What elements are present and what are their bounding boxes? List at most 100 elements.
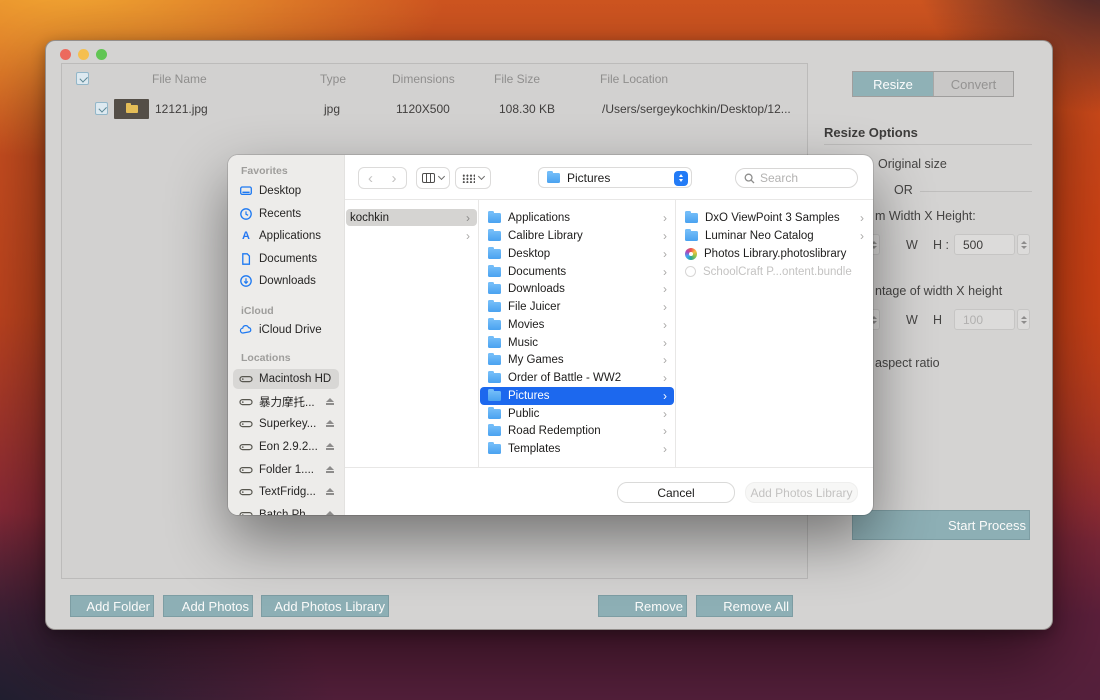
column2-row-order-of-battle[interactable]: Order of Battle - WW2› [480, 369, 674, 387]
column2-row-pictures-selected[interactable]: Pictures› [480, 387, 674, 405]
eject-icon[interactable] [324, 487, 335, 498]
start-process-button[interactable]: Start Process [852, 510, 1030, 540]
height-stepper[interactable] [1017, 234, 1030, 255]
eject-icon[interactable] [324, 442, 335, 453]
column1-row-user-folder[interactable]: kochkin › [346, 209, 477, 226]
sidebar-item-volume-2[interactable]: Superkey... [233, 414, 339, 434]
eject-icon[interactable] [324, 419, 335, 430]
column1-row-2[interactable]: › [346, 227, 477, 244]
cloud-icon [239, 323, 253, 337]
remove-all-button[interactable]: Remove All [696, 595, 793, 617]
eject-icon[interactable] [324, 397, 335, 408]
mode-segmented-control: Resize Convert [852, 71, 1014, 97]
column-header-file-size[interactable]: File Size [494, 72, 540, 86]
sidebar-item-volume-3[interactable]: Eon 2.9.2... [233, 437, 339, 457]
drive-icon [239, 463, 253, 477]
zoom-window-button[interactable] [96, 49, 107, 60]
h-percent-label: H [933, 313, 942, 327]
h-label: H : [933, 238, 949, 252]
percent-height-stepper[interactable] [1017, 309, 1030, 330]
sidebar-item-applications[interactable]: A Applications [233, 226, 339, 246]
dropdown-stepper-icon [674, 171, 688, 186]
sidebar-item-recents[interactable]: Recents [233, 204, 339, 224]
folder-icon [488, 231, 501, 241]
eject-icon[interactable] [324, 465, 335, 476]
document-icon [239, 252, 253, 266]
clock-icon [239, 207, 253, 221]
tab-resize[interactable]: Resize [853, 72, 933, 96]
cell-file-size: 108.30 KB [499, 102, 555, 116]
sidebar-item-macintosh-hd[interactable]: Macintosh HD [233, 369, 339, 389]
column2-row-movies[interactable]: Movies› [480, 316, 674, 334]
icloud-section-label: iCloud [241, 305, 274, 317]
row-checkbox[interactable] [95, 102, 108, 115]
chevron-down-icon [478, 173, 485, 180]
sidebar-item-desktop[interactable]: Desktop [233, 181, 339, 201]
percent-height-input[interactable]: 100 [954, 309, 1015, 330]
column-header-type[interactable]: Type [320, 72, 346, 86]
w-percent-label: W [906, 313, 918, 327]
column-header-file-name[interactable]: File Name [152, 72, 207, 86]
view-mode-button[interactable] [416, 167, 450, 189]
path-dropdown[interactable]: Pictures [538, 167, 692, 188]
height-input[interactable]: 500 [954, 234, 1015, 255]
remove-button[interactable]: Remove [598, 595, 687, 617]
folder-icon [488, 213, 501, 223]
divider [345, 467, 873, 468]
column2-row-file-juicer[interactable]: File Juicer› [480, 298, 674, 316]
column-header-dimensions[interactable]: Dimensions [392, 72, 455, 86]
add-photos-library-button[interactable]: Add Photos Library [261, 595, 389, 617]
sidebar-item-icloud-drive[interactable]: iCloud Drive [233, 320, 339, 340]
close-window-button[interactable] [60, 49, 71, 60]
column2-row-my-games[interactable]: My Games› [480, 352, 674, 370]
sidebar-item-volume-4[interactable]: Folder 1.... [233, 460, 339, 480]
column2-row-downloads[interactable]: Downloads› [480, 281, 674, 299]
column3-row-luminar-catalog[interactable]: Luminar Neo Catalog› [677, 227, 871, 245]
select-all-checkbox[interactable] [76, 72, 89, 85]
folder-icon [488, 391, 501, 401]
cell-file-location: /Users/sergeykochkin/Desktop/12... [602, 102, 791, 116]
add-photos-button[interactable]: Add Photos [163, 595, 253, 617]
column2-row-music[interactable]: Music› [480, 334, 674, 352]
folder-icon [488, 355, 501, 365]
minimize-window-button[interactable] [78, 49, 89, 60]
column2-row-documents[interactable]: Documents› [480, 263, 674, 281]
add-photos-library-confirm-button[interactable]: Add Photos Library [745, 482, 858, 503]
tab-convert[interactable]: Convert [933, 72, 1013, 96]
desktop-wallpaper: File Name Type Dimensions File Size File… [0, 0, 1100, 700]
sidebar-item-downloads[interactable]: Downloads [233, 271, 339, 291]
group-by-button[interactable] [455, 167, 491, 189]
column2-row-public[interactable]: Public› [480, 405, 674, 423]
column3-row-photos-library[interactable]: Photos Library.photoslibrary [677, 245, 871, 263]
drive-icon [239, 508, 253, 515]
grid-icon [462, 174, 475, 183]
sidebar-item-volume-6[interactable]: Batch Ph... [233, 505, 339, 515]
folder-icon [488, 284, 501, 294]
column-divider [478, 199, 479, 467]
back-button[interactable]: ‹ [358, 167, 383, 189]
folder-icon [547, 173, 560, 183]
add-folder-button[interactable]: Add Folder [70, 595, 154, 617]
sidebar-item-volume-5[interactable]: TextFridg... [233, 482, 339, 502]
cancel-button[interactable]: Cancel [617, 482, 735, 503]
aspect-ratio-label: aspect ratio [875, 356, 940, 370]
column3-row-dxo-samples[interactable]: DxO ViewPoint 3 Samples› [677, 210, 871, 228]
search-field[interactable]: Search [735, 168, 858, 188]
column2-row-applications[interactable]: Applications› [480, 210, 674, 228]
column2-row-road-redemption[interactable]: Road Redemption› [480, 423, 674, 441]
applications-icon: A [239, 229, 253, 243]
divider [345, 199, 873, 200]
sidebar-item-volume-1[interactable]: 暴力摩托... [233, 392, 339, 412]
photos-library-icon [685, 248, 697, 260]
folder-icon [488, 302, 501, 312]
forward-button[interactable]: › [382, 167, 407, 189]
column2-row-calibre-library[interactable]: Calibre Library› [480, 227, 674, 245]
column-view-icon [422, 173, 435, 183]
drive-icon [239, 440, 253, 454]
column-header-file-location[interactable]: File Location [600, 72, 668, 86]
column2-row-templates[interactable]: Templates› [480, 440, 674, 458]
eject-icon[interactable] [324, 510, 335, 516]
sidebar-item-documents[interactable]: Documents [233, 249, 339, 269]
drive-icon [239, 485, 253, 499]
column2-row-desktop[interactable]: Desktop› [480, 245, 674, 263]
